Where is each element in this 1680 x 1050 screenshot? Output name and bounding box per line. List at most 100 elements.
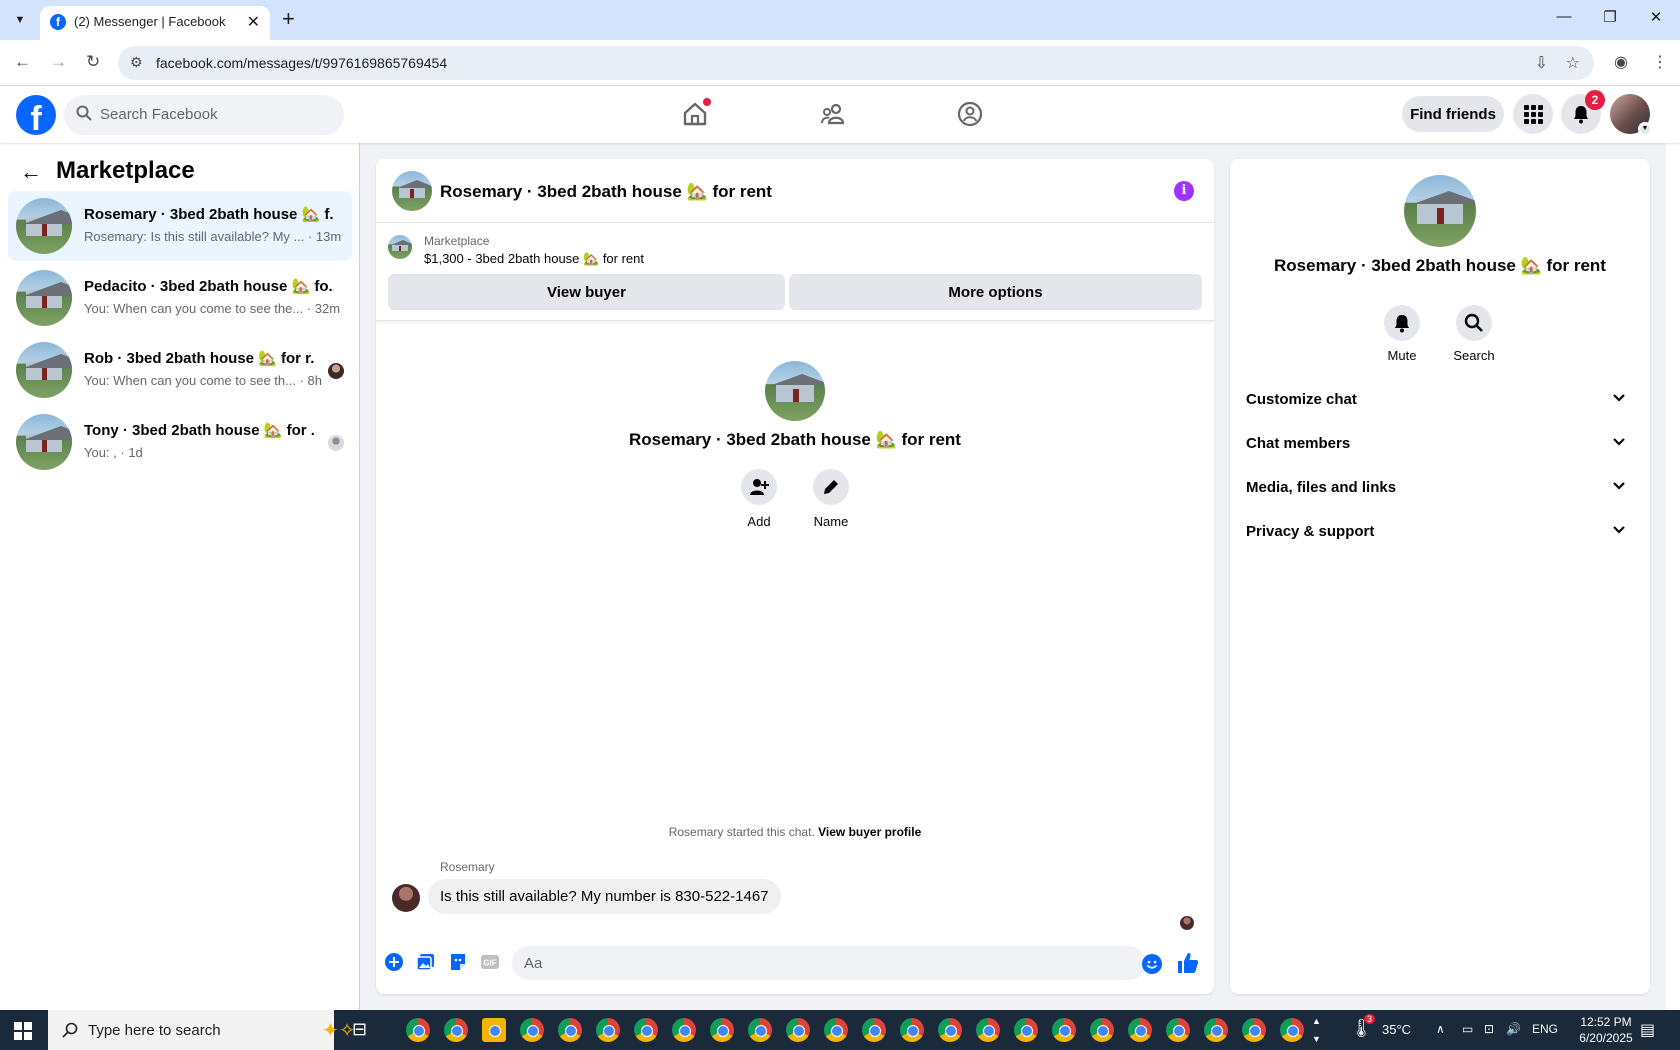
chrome-menu-icon[interactable]: ⋮	[1652, 52, 1668, 72]
taskbar-browser-icon[interactable]	[1166, 1018, 1190, 1042]
taskbar-browser-icon[interactable]	[1242, 1018, 1266, 1042]
nav-groups[interactable]	[948, 92, 992, 136]
nav-friends[interactable]	[811, 92, 855, 136]
message-input[interactable]	[512, 946, 1146, 980]
chat-house-avatar[interactable]	[392, 171, 432, 211]
taskbar-folder-icon[interactable]	[482, 1018, 506, 1042]
language-indicator[interactable]: ENG	[1532, 1022, 1558, 1036]
listing-thumbnail	[388, 235, 412, 259]
chat-title[interactable]: Rosemary · 3bed 2bath house 🏡 for rent	[440, 182, 772, 202]
site-settings-icon[interactable]: ⚙	[130, 54, 143, 71]
grid-menu-icon	[1524, 105, 1543, 124]
temperature[interactable]: 35°C	[1382, 1022, 1411, 1037]
notification-center-icon[interactable]: ▤	[1640, 1020, 1655, 1040]
find-friends-button[interactable]: Find friends	[1402, 96, 1504, 132]
taskbar-browser-icon[interactable]	[710, 1018, 734, 1042]
taskbar-browser-icon[interactable]	[938, 1018, 962, 1042]
facebook-search-box[interactable]: Search Facebook	[64, 95, 344, 135]
search-label: Search	[1453, 348, 1495, 363]
device-icon[interactable]: ▭	[1462, 1022, 1473, 1036]
restore-icon[interactable]: ❐	[1600, 8, 1620, 26]
taskbar-clock[interactable]: 12:52 PM 6/20/2025	[1568, 1014, 1644, 1046]
taskbar-search-box[interactable]: Type here to search ✦✧	[48, 1010, 356, 1050]
add-people-button[interactable]: Add	[729, 469, 789, 529]
conversation-item-pedacito[interactable]: Pedacito · 3bed 2bath house 🏡 fo... You:…	[8, 263, 352, 333]
taskbar-browser-icon[interactable]	[748, 1018, 772, 1042]
windows-start-icon[interactable]	[14, 1022, 32, 1040]
section-media-files-links[interactable]: Media, files and links	[1246, 469, 1634, 509]
facebook-logo-icon[interactable]: f	[16, 95, 56, 135]
close-window-icon[interactable]: ✕	[1646, 8, 1666, 26]
new-tab-icon[interactable]: +	[282, 6, 295, 32]
view-buyer-profile-link[interactable]: View buyer profile	[818, 825, 921, 839]
plus-circle-icon[interactable]	[384, 952, 404, 972]
nav-home[interactable]	[673, 92, 717, 136]
bookmark-star-icon[interactable]: ☆	[1566, 53, 1580, 73]
volume-icon[interactable]: 🔊	[1506, 1022, 1521, 1036]
chevron-down-icon	[1613, 394, 1625, 402]
taskbar-browser-icon[interactable]	[634, 1018, 658, 1042]
view-buyer-button[interactable]: View buyer	[388, 274, 785, 310]
taskbar-browser-icon[interactable]	[444, 1018, 468, 1042]
section-customize-chat[interactable]: Customize chat	[1246, 381, 1634, 421]
taskbar-browser-icon[interactable]	[786, 1018, 810, 1042]
taskbar-browser-icon[interactable]	[976, 1018, 1000, 1042]
taskbar-browser-icon[interactable]	[1014, 1018, 1038, 1042]
thumbs-up-icon[interactable]	[1176, 951, 1200, 975]
conversation-item-rob[interactable]: Rob · 3bed 2bath house 🏡 for r... You: W…	[8, 335, 352, 405]
section-chat-members[interactable]: Chat members	[1246, 425, 1634, 465]
reload-icon[interactable]: ↻	[86, 52, 100, 72]
mute-button[interactable]: Mute	[1372, 305, 1432, 363]
task-view-icon[interactable]: ⊟	[352, 1019, 367, 1040]
info-icon[interactable]: i	[1174, 181, 1194, 201]
taskbar-browser-icon[interactable]	[520, 1018, 544, 1042]
tab-search-chevron-icon[interactable]: ▼	[10, 10, 30, 30]
conversation-item-tony[interactable]: Tony · 3bed 2bath house 🏡 for ... You: ,…	[8, 407, 352, 477]
taskbar-browser-icon[interactable]	[900, 1018, 924, 1042]
message-bubble[interactable]: Is this still available? My number is 83…	[428, 879, 781, 914]
tab-title: (2) Messenger | Facebook	[74, 14, 226, 29]
taskbar-scroll-icon[interactable]: ▲ ▼	[1312, 1012, 1321, 1048]
sticker-icon[interactable]	[448, 952, 468, 972]
profile-icon[interactable]: ◉	[1614, 52, 1628, 72]
listing-summary[interactable]: $1,300 - 3bed 2bath house 🏡 for rent	[424, 251, 644, 267]
back-icon[interactable]: ←	[14, 52, 31, 72]
taskbar-browser-icon[interactable]	[1052, 1018, 1076, 1042]
name-chat-button[interactable]: Name	[801, 469, 861, 529]
taskbar-browser-icon[interactable]	[1128, 1018, 1152, 1042]
taskbar-browser-icon[interactable]	[406, 1018, 430, 1042]
taskbar-browser-icon[interactable]	[1280, 1018, 1304, 1042]
back-arrow-icon[interactable]: ←	[20, 159, 42, 185]
taskbar-browser-icon[interactable]	[596, 1018, 620, 1042]
network-icon[interactable]: ⊡	[1484, 1022, 1494, 1036]
search-in-chat-button[interactable]: Search	[1444, 305, 1504, 363]
omnibox[interactable]: ⚙ facebook.com/messages/t/99761698657694…	[118, 46, 1594, 80]
taskbar-browser-icon[interactable]	[1204, 1018, 1228, 1042]
url-text[interactable]: facebook.com/messages/t/9976169865769454	[156, 55, 447, 71]
more-options-button[interactable]: More options	[789, 274, 1202, 310]
account-avatar[interactable]: ▼	[1610, 94, 1652, 136]
browser-tab[interactable]: f (2) Messenger | Facebook ✕	[40, 6, 270, 40]
conversation-preview: Rosemary: Is this still available? My ..…	[84, 229, 342, 244]
taskbar-browser-icon[interactable]	[1090, 1018, 1114, 1042]
taskbar-browser-icon[interactable]	[672, 1018, 696, 1042]
section-privacy-support[interactable]: Privacy & support	[1246, 513, 1634, 553]
gif-icon[interactable]: GIF	[480, 952, 500, 972]
details-name: Rosemary · 3bed 2bath house 🏡 for rent	[1274, 256, 1606, 275]
minimize-icon[interactable]: —	[1554, 8, 1574, 25]
show-hidden-icons-icon[interactable]: ∧	[1436, 1022, 1445, 1036]
emoji-icon[interactable]	[1142, 954, 1162, 974]
menu-grid-button[interactable]	[1513, 94, 1553, 134]
chat-details-panel: Rosemary · 3bed 2bath house 🏡 for rent M…	[1230, 159, 1650, 994]
page-scrollbar[interactable]	[1666, 86, 1680, 1010]
notifications-button[interactable]: 2	[1561, 90, 1605, 134]
forward-icon[interactable]: →	[50, 52, 67, 72]
taskbar-browser-icon[interactable]	[824, 1018, 848, 1042]
conversation-item-rosemary[interactable]: Rosemary · 3bed 2bath house 🏡 f... Rosem…	[8, 191, 352, 261]
taskbar-browser-icon[interactable]	[558, 1018, 582, 1042]
tab-close-icon[interactable]: ✕	[247, 12, 260, 32]
sender-avatar[interactable]	[392, 884, 420, 912]
photo-icon[interactable]	[416, 952, 436, 972]
taskbar-browser-icon[interactable]	[862, 1018, 886, 1042]
install-app-icon[interactable]: ⇩	[1535, 53, 1548, 73]
